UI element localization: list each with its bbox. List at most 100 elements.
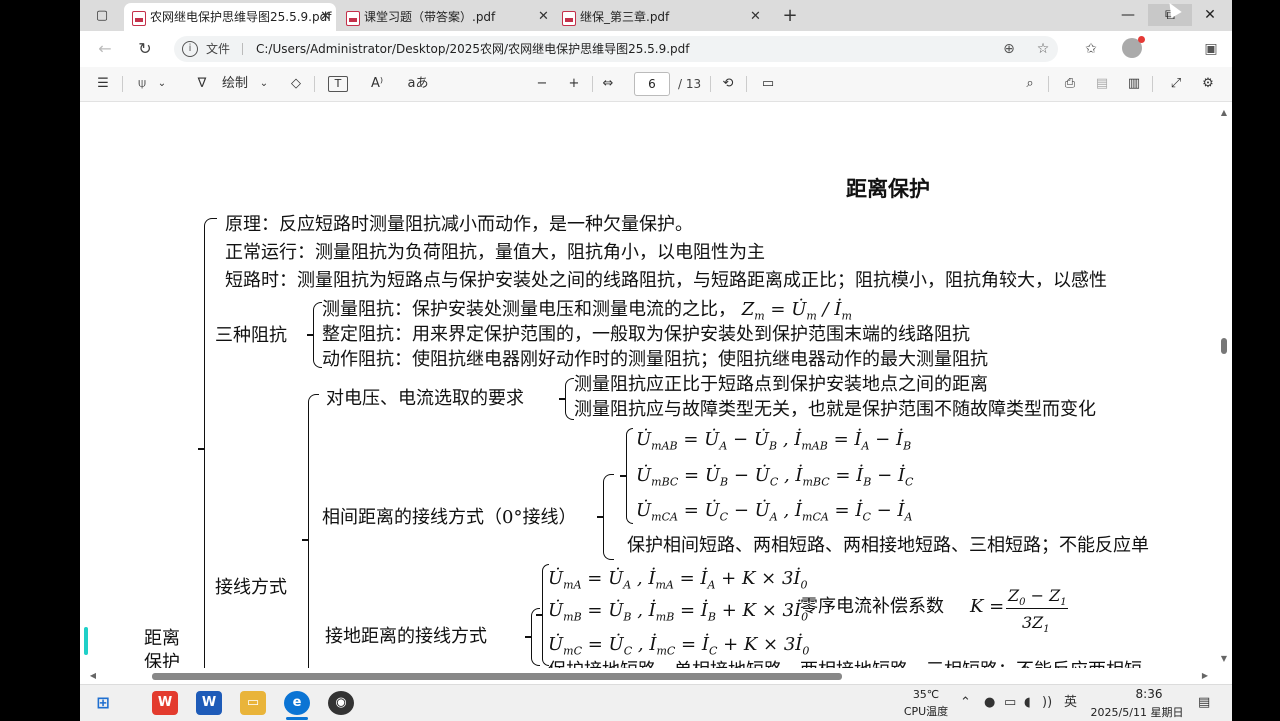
close-icon[interactable]: ✕: [538, 3, 549, 31]
pdf-icon: [132, 11, 146, 26]
highlight-icon[interactable]: ⍦: [132, 74, 152, 94]
page-view-icon[interactable]: ▭: [758, 74, 778, 94]
three-impedances-label: 三种阻抗: [215, 325, 287, 346]
close-icon[interactable]: ✕: [320, 3, 331, 31]
chevron-down-icon[interactable]: ⌄: [156, 74, 168, 94]
ime-indicator[interactable]: 英: [1064, 695, 1077, 711]
volume-icon[interactable]: )): [1042, 695, 1052, 711]
draw-icon[interactable]: ∇: [192, 74, 212, 94]
fit-width-icon[interactable]: ⇔: [598, 74, 618, 94]
divider: [122, 76, 123, 92]
pdf-page: 距离保护 距离 保护 原理：反应短路时测量阻抗减小而动作，是一种欠量保护。 正常…: [80, 102, 1216, 668]
chevron-up-icon[interactable]: ⌃: [960, 695, 971, 711]
pdf-viewer[interactable]: 距离保护 距离 保护 原理：反应短路时测量阻抗减小而动作，是一种欠量保护。 正常…: [80, 102, 1232, 684]
text-tool-button[interactable]: T: [328, 76, 348, 92]
obs-icon[interactable]: ◉: [328, 691, 354, 715]
scrollbar-thumb[interactable]: [1221, 338, 1227, 354]
info-icon[interactable]: i: [182, 41, 198, 57]
operate-impedance-text: 动作阻抗：使阻抗继电器刚好动作时的测量阻抗；使阻抗继电器动作的最大测量阻抗: [322, 349, 988, 370]
back-button[interactable]: ←: [94, 38, 116, 60]
divider: [746, 76, 747, 92]
file-explorer-icon[interactable]: ▭: [240, 691, 266, 715]
clock-time[interactable]: 8:36: [1114, 687, 1184, 701]
formula-ab: U̇mAB = U̇A − U̇B , İmAB = İA − İB: [636, 429, 912, 453]
formula-c: U̇mC = U̇C , İmC = İC + K × 3İ0: [548, 634, 810, 658]
ground-distance-label: 接地距离的接线方式: [325, 626, 487, 647]
url-text[interactable]: C:/Users/Administrator/Desktop/2025农网/农网…: [256, 36, 690, 62]
setting-impedance-text: 整定阻抗：用来界定保护范围的，一般取为保护安装处到保护范围末端的线路阻抗: [322, 324, 970, 345]
weather-label[interactable]: CPU温度: [898, 703, 954, 719]
brace: [525, 608, 540, 666]
tab-actions-icon[interactable]: ▢: [92, 6, 112, 26]
principle-text: 原理：反应短路时测量阻抗减小而动作，是一种欠量保护。: [225, 214, 693, 235]
fraction-numerator: Z0 − Z1: [1008, 586, 1067, 609]
sidebar-icon[interactable]: ▣: [1202, 40, 1220, 58]
address-bar[interactable]: i 文件 C:/Users/Administrator/Desktop/2025…: [174, 36, 1058, 62]
save-icon[interactable]: ▤: [1092, 74, 1112, 94]
brace: [302, 394, 319, 668]
notification-icon[interactable]: ▤: [1198, 695, 1210, 711]
tab-exercises[interactable]: 课堂习题（带答案）.pdf ✕: [338, 3, 550, 31]
draw-button[interactable]: 绘制: [218, 74, 252, 94]
search-icon[interactable]: ⌕: [1020, 74, 1040, 94]
page-title: 距离保护: [846, 176, 930, 201]
edge-icon[interactable]: e: [284, 691, 310, 715]
chevron-down-icon[interactable]: ⌄: [258, 74, 270, 94]
page-number-input[interactable]: 6: [634, 72, 670, 96]
horizontal-scrollbar[interactable]: ◀ ▶: [80, 668, 1216, 684]
close-icon[interactable]: ✕: [750, 3, 761, 31]
requirement-item: 测量阻抗应与故障类型无关，也就是保护范围不随故障类型而变化: [574, 399, 1096, 420]
fullscreen-icon[interactable]: ⤢: [1166, 74, 1186, 94]
contents-icon[interactable]: ☰: [92, 74, 114, 94]
avatar[interactable]: [1122, 36, 1145, 58]
temperature[interactable]: 35℃: [906, 688, 946, 701]
wps-icon[interactable]: W: [152, 691, 178, 715]
tab-chapter3[interactable]: 继保_第三章.pdf ✕: [554, 3, 766, 31]
measured-impedance-desc: 测量阻抗：保护安装处测量电压和测量电流的之比，: [322, 299, 736, 320]
divider: [592, 76, 593, 92]
fault-text: 短路时：测量阻抗为短路点与保护安装处之间的线路阻抗，与短路距离成正比；阻抗模小，…: [225, 270, 1107, 291]
scroll-left-icon[interactable]: ◀: [88, 671, 98, 681]
save-as-icon[interactable]: ▥: [1124, 74, 1144, 94]
formula-bc: U̇mBC = U̇B − U̇C , İmBC = İB − İC: [636, 465, 914, 489]
zoom-in-button[interactable]: +: [564, 74, 584, 94]
microphone-icon[interactable]: ●: [984, 695, 995, 711]
translate-button[interactable]: aあ: [406, 74, 430, 94]
zero-seq-comp-formula: K =: [970, 596, 1005, 617]
word-icon[interactable]: W: [196, 691, 222, 715]
tab-active-pdf[interactable]: 农网继电保护思维导图25.5.9.pdf ✕: [124, 3, 336, 31]
root-label: 距离: [144, 628, 180, 649]
formula-a: U̇mA = U̇A , İmA = İA + K × 3İ0: [548, 568, 808, 592]
speaker-icon[interactable]: ◖: [1024, 695, 1031, 711]
divider: [1048, 76, 1049, 92]
rotate-icon[interactable]: ⟲: [718, 74, 738, 94]
root-brace: [198, 218, 217, 668]
ground-distance-note: 保护接地短路、单相接地短路、两相接地短路、三相短路；不能反应两相短: [548, 660, 1142, 668]
formula-ca: U̇mCA = U̇C − U̇A , İmCA = İC − İA: [636, 500, 913, 524]
divider: [314, 76, 315, 92]
zoom-icon[interactable]: ⊕: [1000, 40, 1018, 58]
clock-date[interactable]: 2025/5/11 星期日: [1084, 704, 1190, 720]
formula-b: U̇mB = U̇B , İmB = İB + K × 3İ0: [548, 600, 809, 624]
close-window-button[interactable]: ✕: [1188, 4, 1232, 26]
gear-icon[interactable]: ⚙: [1198, 74, 1218, 94]
vertical-scrollbar[interactable]: ▲ ▼: [1216, 102, 1232, 684]
letterbox-left: [0, 0, 80, 720]
scroll-down-icon[interactable]: ▼: [1219, 654, 1229, 664]
print-icon[interactable]: ⎙: [1060, 74, 1080, 94]
network-icon[interactable]: ▭: [1004, 695, 1016, 711]
scrollbar-thumb[interactable]: [152, 673, 842, 680]
minimize-button[interactable]: —: [1106, 4, 1150, 26]
eraser-icon[interactable]: ◇: [286, 74, 306, 94]
start-icon[interactable]: ⊞: [90, 691, 116, 715]
scroll-up-icon[interactable]: ▲: [1219, 108, 1229, 118]
favorite-star-icon[interactable]: ☆: [1034, 40, 1052, 58]
tab-bar: ▢ 农网继电保护思维导图25.5.9.pdf ✕ 课堂习题（带答案）.pdf ✕…: [80, 0, 1232, 31]
read-aloud-button[interactable]: A⁾: [366, 74, 388, 94]
favorites-icon[interactable]: ✩: [1082, 40, 1100, 58]
zoom-out-button[interactable]: −: [532, 74, 552, 94]
fraction-denominator: 3Z1: [1022, 613, 1050, 636]
new-tab-button[interactable]: +: [780, 6, 800, 26]
scroll-right-icon[interactable]: ▶: [1200, 671, 1210, 681]
refresh-button[interactable]: ↻: [134, 38, 156, 60]
